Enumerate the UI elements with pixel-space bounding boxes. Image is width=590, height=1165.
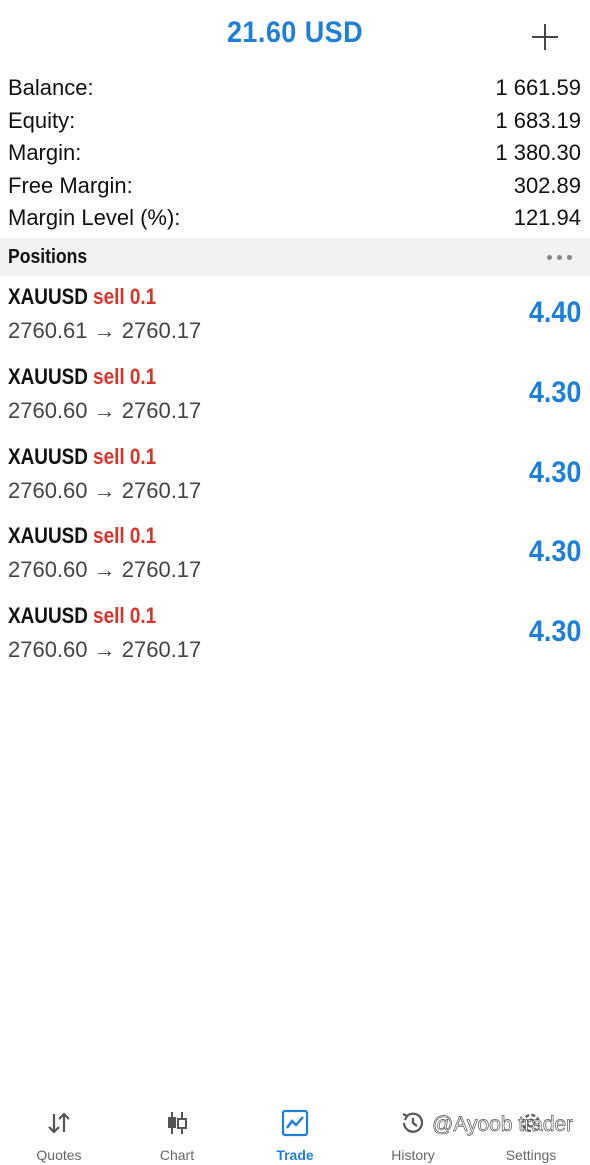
position-profit: 4.30 [528,375,581,409]
dot-icon [567,254,572,260]
margin-level-row: Margin Level (%): 121.94 [0,202,590,235]
new-order-button[interactable] [530,22,560,52]
tab-chart[interactable]: Chart [118,1100,236,1165]
margin-level-label: Margin Level (%): [8,205,181,231]
position-symbol: XAUUSD [8,523,88,549]
more-options-button[interactable] [547,249,572,266]
position-row[interactable]: XAUUSD sell 0.1 2760.61 → 2760.17 4.40 [0,276,590,356]
margin-level-value: 121.94 [513,205,581,231]
position-row[interactable]: XAUUSD sell 0.1 2760.60 → 2760.17 4.30 [0,595,590,675]
position-profit: 4.30 [528,615,581,649]
quotes-arrows-icon [48,1112,70,1134]
free-margin-label: Free Margin: [8,172,133,198]
gear-icon [521,1113,541,1133]
equity-row: Equity: 1 683.19 [0,105,590,138]
header: 21.60 USD [0,0,590,72]
position-prices: 2760.60 → 2760.17 [8,637,202,663]
tab-trade[interactable]: Trade [236,1100,354,1165]
position-profit: 4.30 [528,535,581,569]
tab-history[interactable]: History [354,1100,472,1165]
position-side: sell 0.1 [93,523,157,549]
position-profit: 4.40 [528,296,581,329]
dot-icon [557,254,562,260]
positions-header: Positions [0,238,590,276]
margin-row: Margin: 1 380.30 [0,137,590,170]
balance-label: Balance: [8,75,94,101]
tab-quotes-label: Quotes [36,1147,82,1163]
position-symbol: XAUUSD [8,443,88,469]
tab-bar: Quotes Chart Trade History Settings [0,1100,590,1165]
equity-value: 1 683.19 [495,107,581,133]
position-profit: 4.30 [528,455,581,489]
trade-chart-icon [281,1109,309,1137]
balance-row: Balance: 1 661.59 [0,72,590,105]
position-side: sell 0.1 [93,603,157,629]
position-side: sell 0.1 [93,363,157,389]
position-side: sell 0.1 [93,284,157,309]
position-row[interactable]: XAUUSD sell 0.1 2760.60 → 2760.17 4.30 [0,436,590,516]
positions-title: Positions [8,245,88,268]
dot-icon [547,254,552,260]
position-prices: 2760.60 → 2760.17 [8,477,202,503]
tab-settings[interactable]: Settings [472,1100,590,1165]
tab-trade-label: Trade [276,1147,314,1163]
history-clock-icon [402,1112,424,1133]
position-row[interactable]: XAUUSD sell 0.1 2760.60 → 2760.17 4.30 [0,356,590,436]
profit-total: 21.60 USD [226,16,364,49]
candlestick-chart-icon [168,1112,187,1134]
position-side: sell 0.1 [93,443,157,469]
balance-value: 1 661.59 [495,75,581,101]
tab-settings-label: Settings [505,1147,557,1163]
free-margin-row: Free Margin: 302.89 [0,170,590,203]
position-row[interactable]: XAUUSD sell 0.1 2760.60 → 2760.17 4.30 [0,515,590,595]
position-prices: 2760.61 → 2760.17 [8,318,202,343]
position-prices: 2760.60 → 2760.17 [8,557,202,583]
tab-chart-label: Chart [159,1147,195,1163]
tab-history-label: History [391,1147,435,1163]
equity-label: Equity: [8,107,76,133]
position-symbol: XAUUSD [8,363,88,389]
positions-list: XAUUSD sell 0.1 2760.61 → 2760.17 4.40 XA… [0,276,590,675]
tab-quotes[interactable]: Quotes [0,1100,118,1165]
position-symbol: XAUUSD [8,603,88,629]
position-prices: 2760.60 → 2760.17 [8,397,202,423]
margin-value: 1 380.30 [495,140,581,166]
account-summary: Balance: 1 661.59 Equity: 1 683.19 Margi… [0,72,590,235]
margin-label: Margin: [8,140,82,166]
position-symbol: XAUUSD [8,284,88,309]
free-margin-value: 302.89 [513,172,581,198]
